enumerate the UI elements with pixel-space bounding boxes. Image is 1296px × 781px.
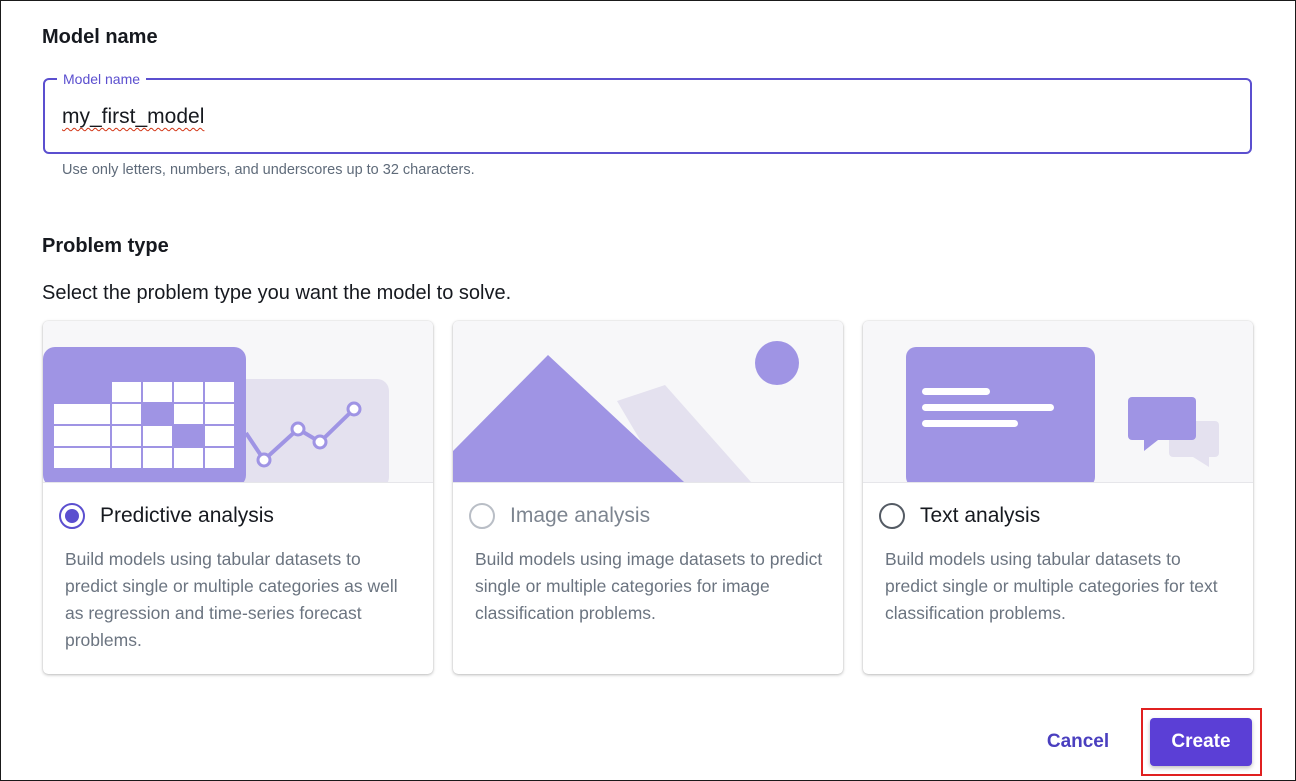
card-divider — [863, 482, 1253, 483]
image-description: Build models using image datasets to pre… — [475, 549, 823, 623]
model-name-hint: Use only letters, numbers, and underscor… — [62, 162, 475, 178]
model-name-field[interactable]: Model name my_first_model — [43, 70, 1252, 154]
model-name-heading: Model name — [42, 26, 158, 48]
predictive-radio[interactable] — [59, 503, 85, 529]
model-name-input[interactable]: my_first_model — [62, 104, 204, 130]
image-illustration — [453, 321, 843, 482]
predictive-title[interactable]: Predictive analysis — [100, 504, 274, 528]
model-name-field-label: Model name — [57, 70, 147, 88]
predictive-description: Build models using tabular datasets to p… — [65, 549, 398, 650]
text-illustration — [863, 321, 1253, 482]
option-card-image[interactable]: Image analysis Build models using image … — [453, 321, 843, 674]
option-card-text[interactable]: Text analysis Build models using tabular… — [863, 321, 1253, 674]
card-divider — [43, 482, 433, 483]
card-divider — [453, 482, 843, 483]
text-title[interactable]: Text analysis — [920, 504, 1040, 528]
text-description: Build models using tabular datasets to p… — [885, 549, 1218, 623]
predictive-illustration — [43, 321, 433, 482]
text-radio[interactable] — [879, 503, 905, 529]
image-title[interactable]: Image analysis — [510, 504, 650, 528]
create-button[interactable]: Create — [1150, 718, 1252, 766]
problem-type-heading: Problem type — [42, 235, 169, 257]
problem-type-subtitle: Select the problem type you want the mod… — [42, 282, 512, 304]
cancel-button[interactable]: Cancel — [1034, 724, 1122, 760]
image-radio[interactable] — [469, 503, 495, 529]
option-card-predictive[interactable]: Predictive analysis Build models using t… — [43, 321, 433, 674]
